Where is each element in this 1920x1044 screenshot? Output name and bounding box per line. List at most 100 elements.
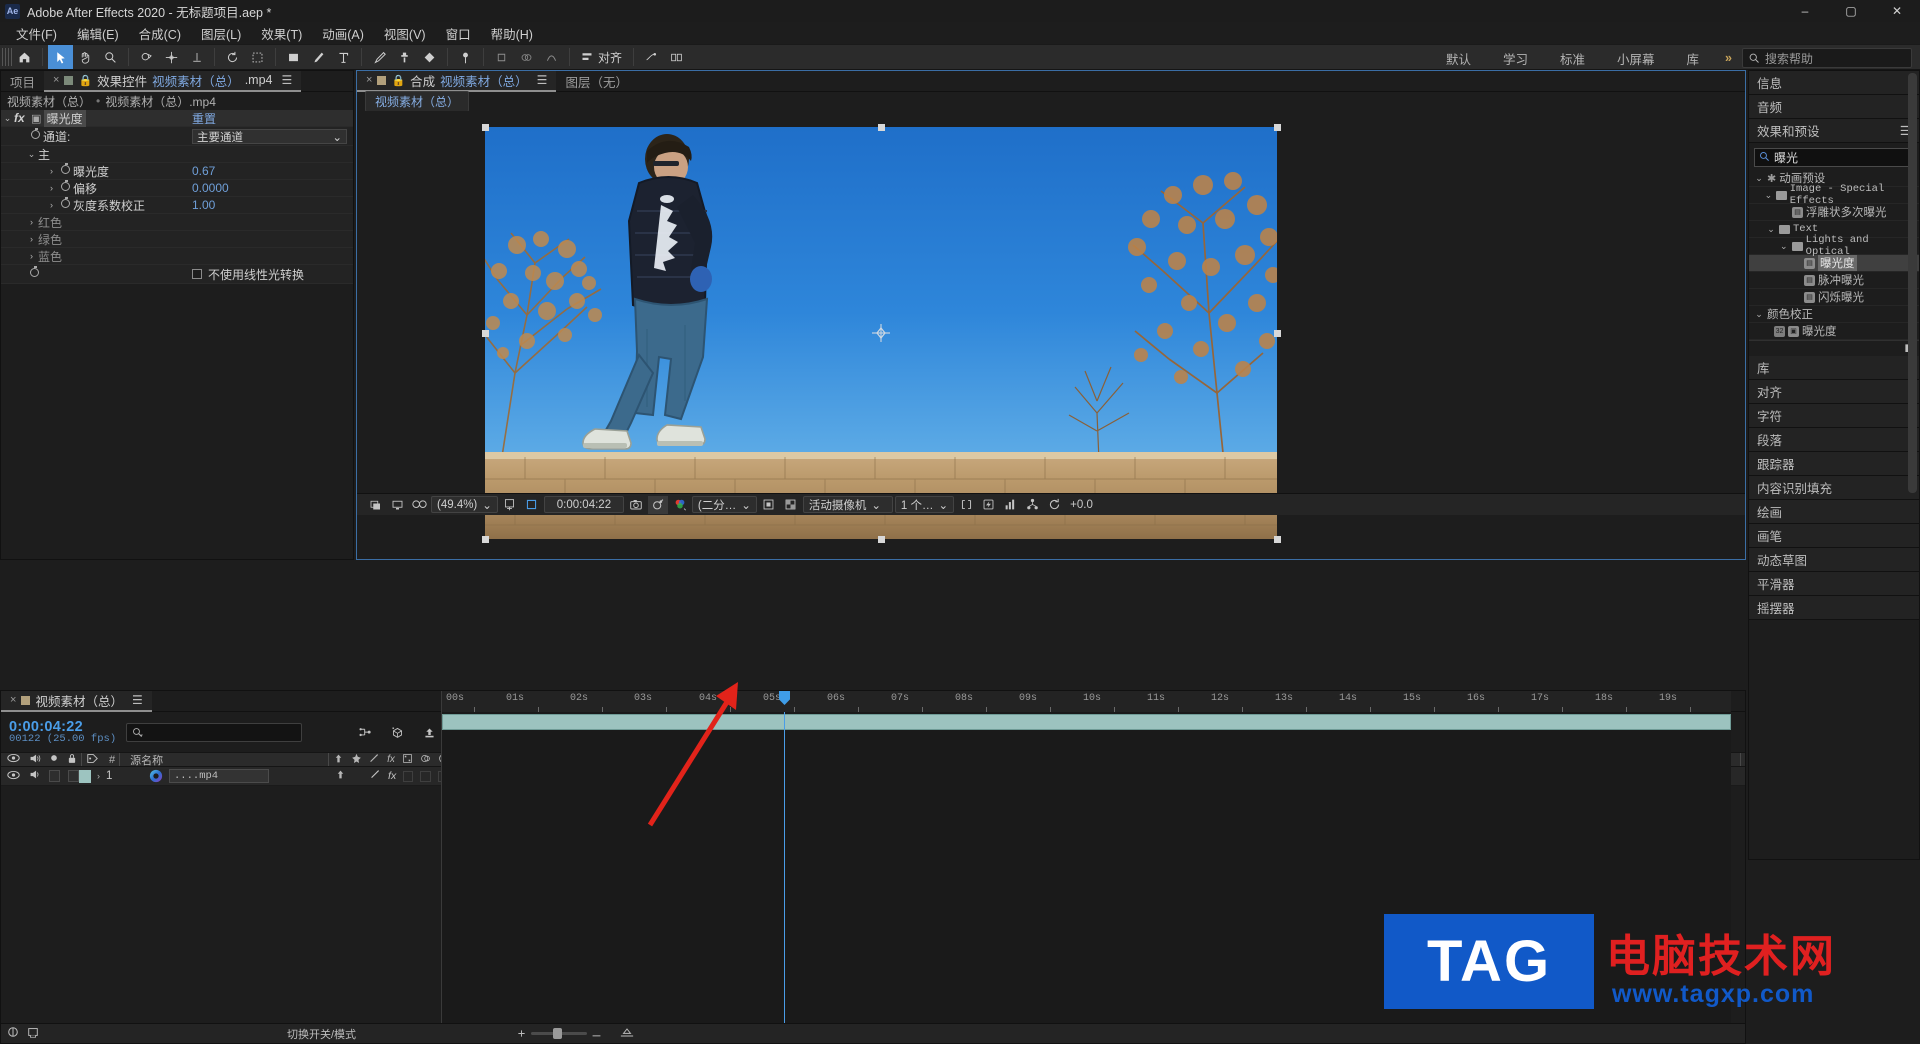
layer-source-name[interactable]: ....mp4 <box>169 769 269 783</box>
stopwatch-icon-channel[interactable] <box>28 130 43 142</box>
tree-item-exposure-effect[interactable]: 32 ▣ 曝光度 <box>1749 323 1919 340</box>
twirl-down-icon-ise[interactable]: ⌄ <box>1764 190 1773 201</box>
layer-label-color[interactable] <box>79 770 91 783</box>
twirl-right-icon-blue[interactable]: › <box>25 251 38 261</box>
puppet-starch-icon[interactable] <box>489 45 514 69</box>
panel-info[interactable]: 信息 <box>1749 71 1919 95</box>
panel-effects-and-presets[interactable]: 效果和预设 ☰ <box>1749 119 1919 143</box>
close-icon-comp[interactable]: × <box>366 74 372 86</box>
panel-smoother[interactable]: 平滑器 <box>1749 572 1919 596</box>
menu-view[interactable]: 视图(V) <box>374 22 436 45</box>
label-color-icon[interactable] <box>86 753 99 767</box>
channel-color-icon[interactable] <box>670 496 690 514</box>
tab-composition[interactable]: × 🔒 合成 视频素材（总） ☰ <box>357 71 556 92</box>
effects-search-input[interactable] <box>1774 151 1920 165</box>
close-icon[interactable]: × <box>53 74 59 86</box>
layer-effects-toggle[interactable]: fx <box>388 770 396 782</box>
panel-align[interactable]: 对齐 <box>1749 380 1919 404</box>
panel-brushes[interactable]: 画笔 <box>1749 524 1919 548</box>
breadcrumb-layer[interactable]: 视频素材（总）.mp4 <box>105 93 216 110</box>
brush-tool-icon[interactable] <box>367 45 392 69</box>
effect-enable-icon[interactable]: ▣ <box>29 112 44 125</box>
close-icon-timeline[interactable]: × <box>10 694 16 706</box>
workspace-small-screen[interactable]: 小屏幕 <box>1601 45 1671 71</box>
timeline-ruler[interactable]: 00s 01s 02s 03s 04s 05s 06s 07s 08s 09s … <box>441 691 1731 712</box>
panel-menu-icon[interactable]: ☰ <box>281 73 292 87</box>
video-preview[interactable] <box>485 127 1277 539</box>
twirl-right-icon-layer[interactable]: › <box>97 771 100 781</box>
layer-quality-toggle[interactable] <box>370 769 381 783</box>
layer-motion-blur-toggle[interactable] <box>420 771 430 782</box>
zoom-slider[interactable] <box>516 1028 602 1039</box>
reset-link[interactable]: 重置 <box>192 110 216 127</box>
right-dock-scrollbar[interactable] <box>1908 73 1917 493</box>
layer-visibility-icon[interactable] <box>7 770 20 783</box>
menu-composition[interactable]: 合成(C) <box>129 22 191 45</box>
property-value-offset[interactable]: 0.0000 <box>192 181 229 195</box>
stopwatch-icon-linear-light[interactable] <box>27 268 42 280</box>
selection-handle-ml[interactable] <box>482 330 489 337</box>
selection-handle-tl[interactable] <box>482 124 489 131</box>
panel-wiggler[interactable]: 摇摆器 <box>1749 596 1919 620</box>
selection-handle-bl[interactable] <box>482 536 489 543</box>
selection-handle-tr[interactable] <box>1274 124 1281 131</box>
pen-tool-icon[interactable] <box>306 45 331 69</box>
twirl-down-icon-presets[interactable]: ⌄ <box>1754 173 1764 184</box>
comp-panel-menu-icon[interactable]: ☰ <box>537 73 548 87</box>
help-search-box[interactable]: 搜索帮助 <box>1742 48 1912 68</box>
show-snapshot-icon[interactable] <box>648 496 668 514</box>
panel-motion-sketch[interactable]: 动态草图 <box>1749 548 1919 572</box>
resolution-auto-icon[interactable] <box>500 496 520 514</box>
menu-help[interactable]: 帮助(H) <box>481 22 543 45</box>
stopwatch-icon-offset[interactable] <box>58 182 73 194</box>
pan-behind-tool-icon[interactable] <box>159 45 184 69</box>
source-name-header[interactable]: 源名称 <box>130 752 163 768</box>
layer-frame-blend-toggle[interactable] <box>403 771 413 782</box>
menu-animation[interactable]: 动画(A) <box>312 22 374 45</box>
tab-project[interactable]: 项目 <box>1 71 44 92</box>
comp-nav-chip[interactable]: 视频素材（总） <box>365 91 469 112</box>
twirl-down-icon[interactable]: ⌄ <box>1 113 14 124</box>
twirl-down-icon-text[interactable]: ⌄ <box>1766 224 1776 235</box>
draft-3d-icon[interactable] <box>386 722 408 742</box>
home-icon[interactable] <box>12 45 37 69</box>
composition-viewer-stage[interactable]: (49.4%) ⌄ 0:00:04:22 <box>357 111 1745 515</box>
align-button[interactable]: 对齐 <box>575 45 628 69</box>
always-preview-icon[interactable] <box>365 496 385 514</box>
roto-brush-icon[interactable] <box>245 45 270 69</box>
zoom-tool-icon[interactable] <box>98 45 123 69</box>
zoom-level-dropdown[interactable]: (49.4%) ⌄ <box>431 496 498 513</box>
snapping-options-icon[interactable] <box>664 45 689 69</box>
workspace-default[interactable]: 默认 <box>1430 45 1487 71</box>
lock-icon[interactable]: 🔒 <box>78 74 92 87</box>
twirl-down-icon-color-correction[interactable]: ⌄ <box>1754 309 1764 320</box>
tree-item-lights-and-optical[interactable]: ⌄ Lights and Optical <box>1749 238 1919 255</box>
panel-tracker[interactable]: 跟踪器 <box>1749 452 1919 476</box>
layer-audio-icon[interactable] <box>28 769 41 783</box>
region-toggle-icon[interactable] <box>759 496 779 514</box>
twirl-right-icon-gamma[interactable]: › <box>45 200 58 210</box>
3d-glasses-icon[interactable] <box>409 496 429 514</box>
panel-menu-icon-timeline[interactable]: ☰ <box>132 693 143 707</box>
timeline-search-box[interactable] <box>126 723 302 742</box>
close-button[interactable]: ✕ <box>1874 0 1920 22</box>
orbit-tool-icon[interactable] <box>134 45 159 69</box>
panel-paint[interactable]: 绘画 <box>1749 500 1919 524</box>
region-of-interest-icon[interactable] <box>522 496 542 514</box>
comp-flowchart-icon[interactable] <box>1022 496 1042 514</box>
timeline-graph-icon[interactable] <box>1000 496 1020 514</box>
camera-view-dropdown[interactable]: 活动摄像机 ⌄ <box>803 496 893 513</box>
composition-mini-flowchart-icon[interactable] <box>354 722 376 742</box>
workspace-libraries[interactable]: 库 <box>1671 45 1716 71</box>
main-viewer-icon[interactable] <box>387 496 407 514</box>
stopwatch-icon-gamma[interactable] <box>58 199 73 211</box>
tree-item-pulse-exposure[interactable]: ▤ 脉冲曝光 <box>1749 272 1919 289</box>
property-group-red[interactable]: › 红色 <box>1 214 353 231</box>
puppet-overlap-icon[interactable] <box>514 45 539 69</box>
panel-libraries[interactable]: 库 <box>1749 356 1919 380</box>
anchor-point-tool-icon[interactable] <box>184 45 209 69</box>
current-time-display[interactable]: 0:00:04:22 <box>9 720 116 735</box>
rotation-tool-icon[interactable] <box>220 45 245 69</box>
selection-handle-mr[interactable] <box>1274 330 1281 337</box>
minimize-button[interactable]: – <box>1782 0 1828 22</box>
